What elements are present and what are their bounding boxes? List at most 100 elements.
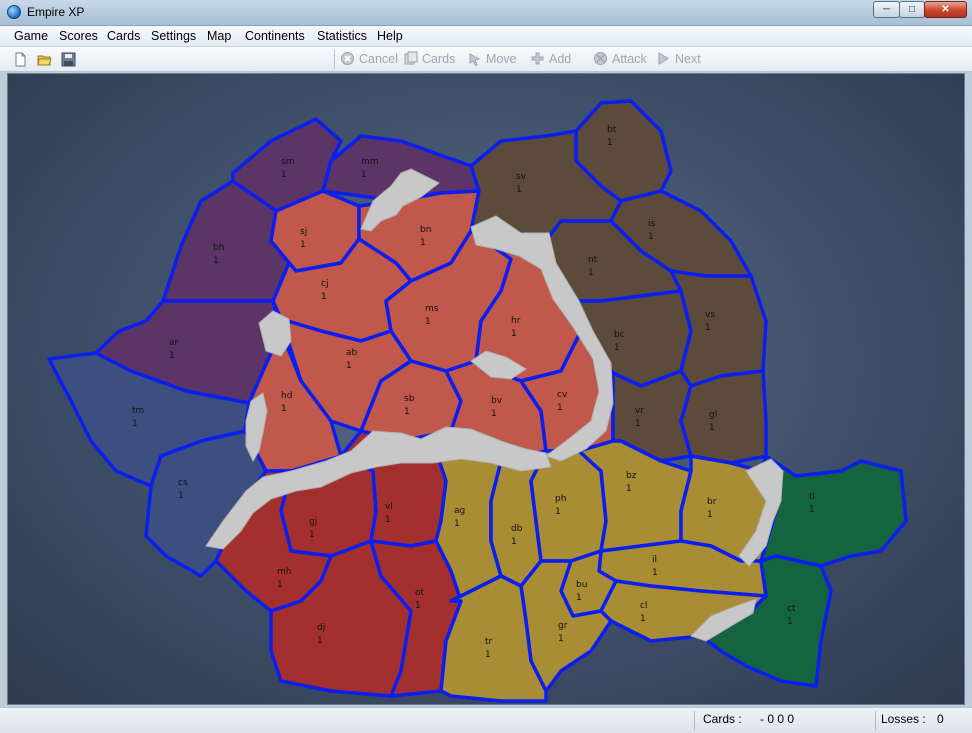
region-code-label: cv: [557, 390, 568, 400]
menu-continents[interactable]: Continents: [245, 29, 305, 43]
minimize-button[interactable]: ─: [873, 1, 900, 18]
region-gl[interactable]: [679, 369, 768, 465]
region-code-label: br: [707, 497, 717, 507]
region-army-count: 1: [809, 505, 815, 515]
region-army-count: 1: [169, 351, 175, 361]
region-code-label: ph: [555, 494, 566, 504]
next-button[interactable]: Next: [656, 51, 701, 68]
region-code-label: sb: [404, 394, 415, 404]
losses-status-label: Losses :: [881, 712, 926, 726]
region-army-count: 1: [707, 510, 713, 520]
add-icon: [531, 52, 544, 65]
region-code-label: cs: [178, 478, 188, 488]
save-disk-icon[interactable]: [61, 52, 76, 67]
region-code-label: cl: [640, 601, 647, 611]
maximize-button[interactable]: □: [899, 1, 925, 18]
region-code-label: nt: [588, 255, 598, 265]
region-code-label: ag: [454, 506, 465, 516]
region-army-count: 1: [516, 185, 522, 195]
menu-map[interactable]: Map: [207, 29, 231, 43]
open-folder-icon[interactable]: [37, 52, 52, 67]
region-army-count: 1: [485, 650, 491, 660]
region-code-label: dj: [317, 623, 325, 633]
app-globe-icon: [7, 5, 21, 19]
region-army-count: 1: [132, 419, 138, 429]
region-code-label: ot: [415, 588, 425, 598]
region-army-count: 1: [213, 256, 219, 266]
region-army-count: 1: [640, 614, 646, 624]
region-army-count: 1: [626, 484, 632, 494]
attack-button[interactable]: Attack: [593, 51, 647, 68]
move-icon: [469, 53, 481, 66]
next-icon: [658, 52, 669, 65]
cards-icon: [404, 51, 418, 65]
region-army-count: 1: [607, 138, 613, 148]
region-army-count: 1: [385, 515, 391, 525]
cards-status-value: - 0 0 0: [760, 712, 795, 726]
region-army-count: 1: [576, 593, 582, 603]
region-army-count: 1: [454, 519, 460, 529]
region-code-label: hr: [511, 316, 521, 326]
losses-status-value: 0: [937, 712, 944, 726]
status-bar: Cards : - 0 0 0 Losses : 0: [0, 707, 972, 733]
region-army-count: 1: [635, 419, 641, 429]
window-title: Empire XP: [27, 5, 85, 19]
region-army-count: 1: [648, 232, 654, 242]
region-army-count: 1: [425, 317, 431, 327]
cards-button[interactable]: Cards: [403, 51, 455, 68]
region-army-count: 1: [491, 409, 497, 419]
region-code-label: bh: [213, 243, 224, 253]
region-code-label: vs: [705, 310, 715, 320]
region-code-label: sm: [281, 157, 294, 167]
region-army-count: 1: [709, 423, 715, 433]
menu-settings[interactable]: Settings: [151, 29, 196, 43]
menu-cards[interactable]: Cards: [107, 29, 140, 43]
region-code-label: gj: [309, 517, 317, 527]
region-army-count: 1: [281, 170, 287, 180]
game-map: sm 1 mm 1 bh 1 ar 1 tm 1 cs 1 sj 1 bn 1 cj 1 ms 1 hr 1 ab 1 hd 1 s…: [7, 73, 965, 705]
new-file-icon[interactable]: [13, 52, 28, 67]
region-army-count: 1: [309, 530, 315, 540]
region-code-label: ms: [425, 304, 439, 314]
cards-label: Cards: [422, 52, 456, 66]
region-code-label: is: [648, 219, 656, 229]
region-code-label: ab: [346, 348, 358, 358]
menu-bar: Game Scores Cards Settings Map Continent…: [0, 26, 972, 47]
region-army-count: 1: [281, 404, 287, 414]
region-code-label: mm: [361, 157, 379, 167]
menu-help[interactable]: Help: [377, 29, 403, 43]
region-army-count: 1: [178, 491, 184, 501]
region-army-count: 1: [404, 407, 410, 417]
region-army-count: 1: [361, 170, 367, 180]
region-code-label: tm: [132, 406, 144, 416]
region-army-count: 1: [588, 268, 594, 278]
menu-game[interactable]: Game: [14, 29, 48, 43]
region-army-count: 1: [300, 240, 306, 250]
region-code-label: vr: [635, 406, 644, 416]
region-code-label: bv: [491, 396, 503, 406]
region-army-count: 1: [787, 617, 793, 627]
move-button[interactable]: Move: [467, 51, 517, 68]
region-army-count: 1: [317, 636, 323, 646]
region-code-label: ar: [169, 338, 179, 348]
menu-statistics[interactable]: Statistics: [317, 29, 367, 43]
status-divider: [875, 711, 876, 731]
region-code-label: tl: [809, 492, 815, 502]
region-code-label: vl: [385, 502, 393, 512]
region-army-count: 1: [705, 323, 711, 333]
cards-status-label: Cards :: [703, 712, 742, 726]
region-code-label: bz: [626, 471, 637, 481]
menu-scores[interactable]: Scores: [59, 29, 98, 43]
next-label: Next: [675, 52, 701, 66]
close-button[interactable]: ✕: [924, 1, 967, 18]
toolbar-separator: [334, 50, 335, 69]
region-army-count: 1: [321, 292, 327, 302]
cancel-button[interactable]: Cancel: [340, 51, 398, 68]
move-label: Move: [486, 52, 517, 66]
add-button[interactable]: Add: [530, 51, 571, 68]
cancel-label: Cancel: [359, 52, 398, 66]
region-army-count: 1: [557, 403, 563, 413]
region-army-count: 1: [511, 329, 517, 339]
title-bar: Empire XP ─ □ ✕: [0, 0, 972, 26]
region-code-label: db: [511, 524, 523, 534]
